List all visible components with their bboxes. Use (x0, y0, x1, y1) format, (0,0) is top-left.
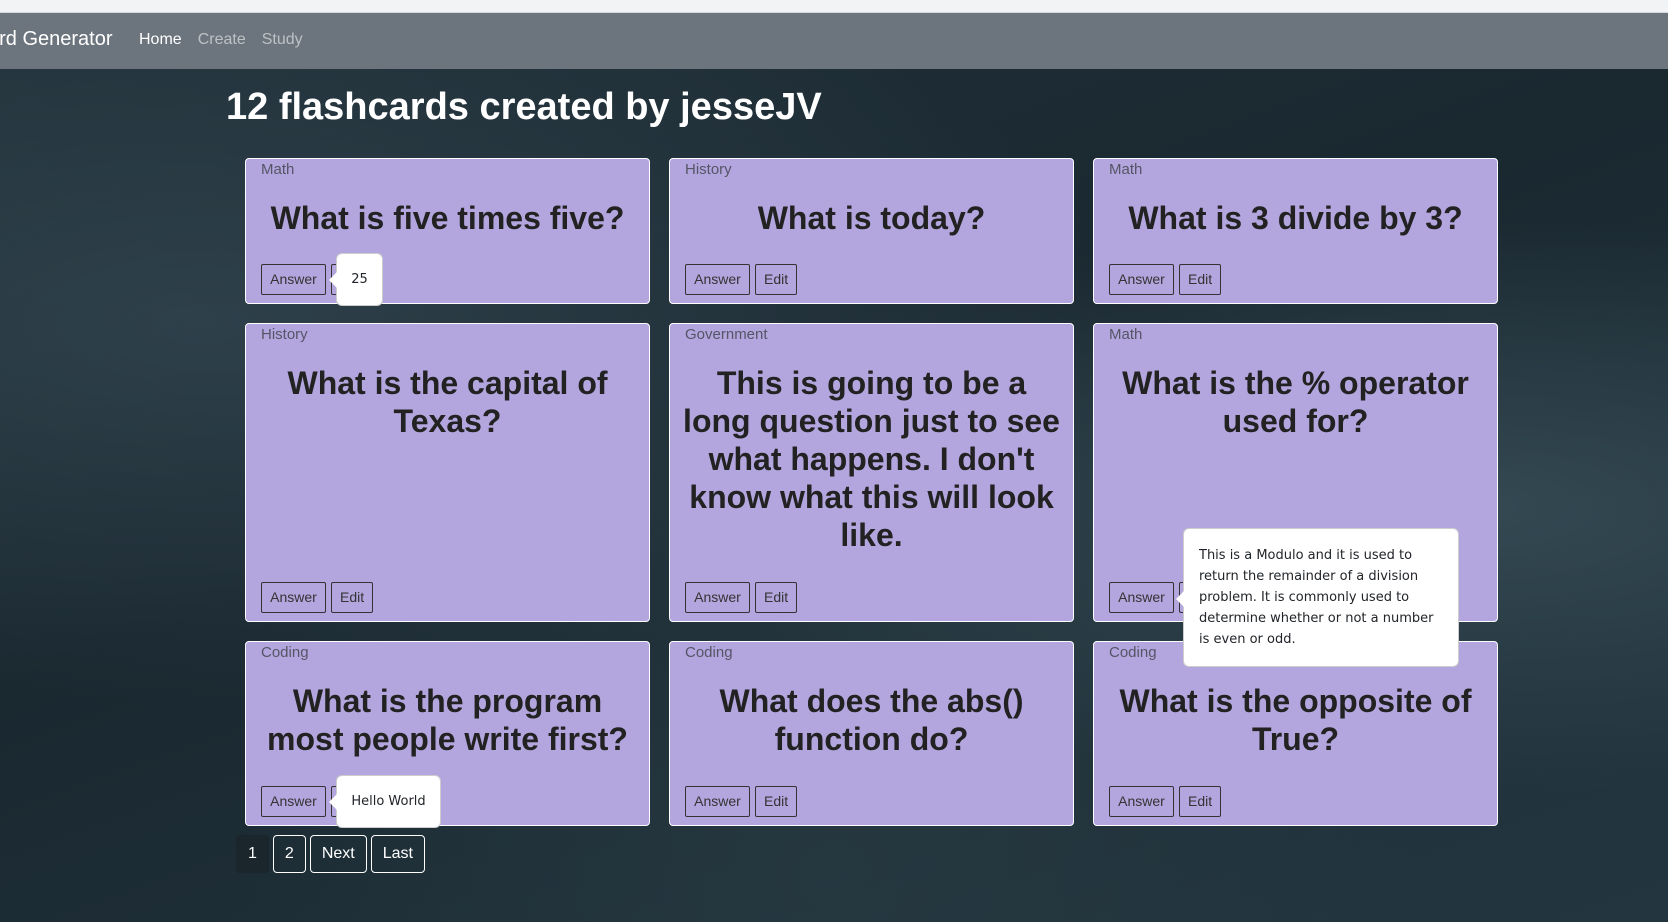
card-question: What does the abs() function do? (719, 683, 1024, 757)
nav-link-create[interactable]: Create (198, 31, 246, 49)
answer-button[interactable]: Answer (261, 264, 326, 295)
flashcard: Math What is five times five? Answer Edi… (245, 158, 650, 304)
pagination: 1 2 Next Last (236, 835, 425, 873)
nav-links: Home Create Study (139, 31, 303, 49)
page-2-link[interactable]: 2 (272, 835, 306, 873)
answer-popover: 25 (329, 253, 383, 306)
card-question: What is the % operator used for? (1122, 365, 1469, 439)
answer-popover: Hello World (329, 775, 441, 828)
card-category: History (261, 326, 308, 343)
next-page-link[interactable]: Next (309, 835, 367, 873)
card-question: What is today? (757, 200, 986, 236)
answer-button[interactable]: Answer (685, 786, 750, 817)
last-page-link[interactable]: Last (370, 835, 425, 873)
edit-button[interactable]: Edit (1179, 264, 1221, 295)
edit-button[interactable]: Edit (755, 264, 797, 295)
card-question: This is going to be a long question just… (683, 365, 1060, 553)
nav-link-study[interactable]: Study (262, 31, 303, 49)
card-category: Math (1109, 161, 1143, 178)
card-question: What is five times five? (270, 200, 625, 236)
card-category: Coding (685, 644, 733, 661)
card-category: Math (261, 161, 295, 178)
answer-button[interactable]: Answer (1109, 582, 1174, 613)
answer-button[interactable]: Answer (261, 582, 326, 613)
flashcard: Coding What is the program most people w… (245, 641, 650, 826)
card-category: Coding (261, 644, 309, 661)
navbar-brand[interactable]: ard Generator (0, 28, 113, 51)
page-title: 12 flashcards created by jesseJV (226, 86, 822, 128)
flashcard: Coding What is the opposite of True? Ans… (1093, 641, 1498, 826)
flashcard: Government This is going to be a long qu… (669, 323, 1074, 622)
card-question: What is the capital of Texas? (287, 365, 608, 439)
page-1-link[interactable]: 1 (236, 835, 269, 873)
answer-popover: This is a Modulo and it is used to retur… (1176, 528, 1459, 667)
card-question: What is the opposite of True? (1119, 683, 1472, 757)
card-category: History (685, 161, 732, 178)
card-question: What is 3 divide by 3? (1128, 200, 1463, 236)
card-category: Government (685, 326, 768, 343)
card-category: Math (1109, 326, 1143, 343)
flashcard: Math What is 3 divide by 3? Answer Edit (1093, 158, 1498, 304)
browser-chrome-strip (0, 0, 1668, 13)
answer-button[interactable]: Answer (1109, 786, 1174, 817)
card-question: What is the program most people write fi… (267, 683, 628, 757)
flashcard: Coding What does the abs() function do? … (669, 641, 1074, 826)
flashcard: History What is today? Answer Edit (669, 158, 1074, 304)
answer-button[interactable]: Answer (261, 786, 326, 817)
edit-button[interactable]: Edit (755, 582, 797, 613)
edit-button[interactable]: Edit (1179, 786, 1221, 817)
answer-button[interactable]: Answer (685, 582, 750, 613)
nav-link-home[interactable]: Home (139, 31, 182, 49)
answer-button[interactable]: Answer (1109, 264, 1174, 295)
card-category: Coding (1109, 644, 1157, 661)
flashcard: History What is the capital of Texas? An… (245, 323, 650, 622)
navbar: ard Generator Home Create Study (0, 13, 1668, 69)
edit-button[interactable]: Edit (755, 786, 797, 817)
answer-button[interactable]: Answer (685, 264, 750, 295)
edit-button[interactable]: Edit (331, 582, 373, 613)
